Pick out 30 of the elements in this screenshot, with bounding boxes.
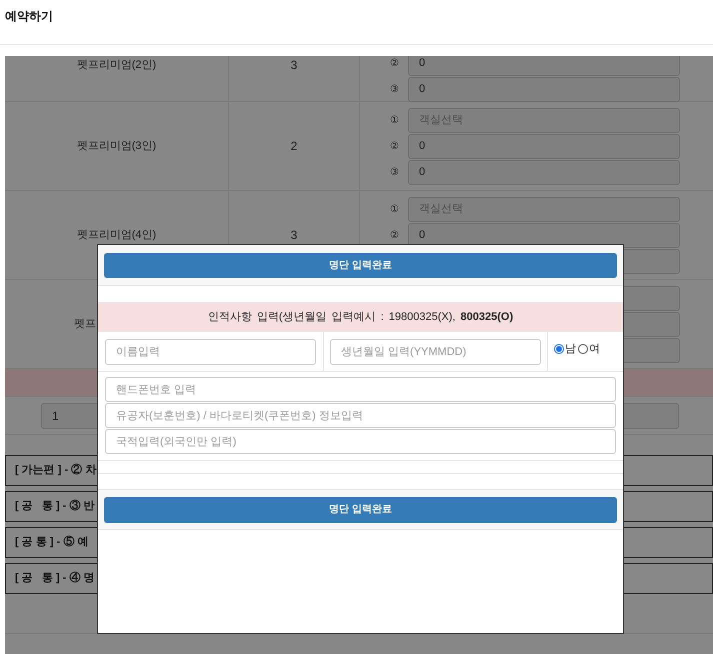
room-type: 펫프리미엄(2인): [76, 58, 156, 73]
room-type: 펫프리미엄(4인): [76, 228, 156, 243]
gender-option[interactable]: 여: [578, 341, 600, 358]
phone-field[interactable]: 핸드폰번호 입력: [105, 377, 616, 402]
number-marker: ③: [390, 83, 400, 97]
gender-option[interactable]: 남: [554, 341, 576, 358]
submit-button[interactable]: 명단 입력완료: [104, 496, 617, 522]
submit-button[interactable]: 명단 입력완료: [104, 253, 617, 278]
room-type: 펫프리미엄(3인): [76, 138, 156, 154]
page-title: 예약하기: [5, 9, 53, 23]
room-field[interactable]: 0: [408, 222, 680, 248]
notice-text: 인적사항 입력(생년월일 입력예시 : 19800325(X), 800325(O): [98, 302, 623, 332]
room-count: 2: [290, 138, 298, 155]
number-marker: ②: [390, 57, 400, 71]
room-count: 3: [290, 57, 298, 74]
birth-date-field[interactable]: 생년월일 입력(YYMMDD): [330, 338, 541, 364]
room-field[interactable]: 0: [408, 134, 680, 158]
nationality-field[interactable]: 국적입력(외국인만 입력): [105, 429, 616, 454]
room-field[interactable]: 0: [408, 160, 680, 184]
number-marker: ①: [390, 114, 400, 128]
room-type: 펫프: [74, 316, 96, 332]
coupon-field[interactable]: 유공자(보훈번호) / 바다로티켓(쿠폰번호) 정보입력: [105, 403, 616, 428]
number-marker: ③: [390, 166, 400, 180]
number-marker: ①: [390, 202, 400, 216]
room-count: 3: [290, 227, 298, 244]
number-marker: ②: [390, 140, 400, 154]
number-marker: ②: [390, 228, 400, 242]
room-field[interactable]: 0: [408, 56, 680, 76]
name-field[interactable]: 이름입력: [105, 338, 316, 364]
room-field[interactable]: 0: [408, 77, 680, 102]
